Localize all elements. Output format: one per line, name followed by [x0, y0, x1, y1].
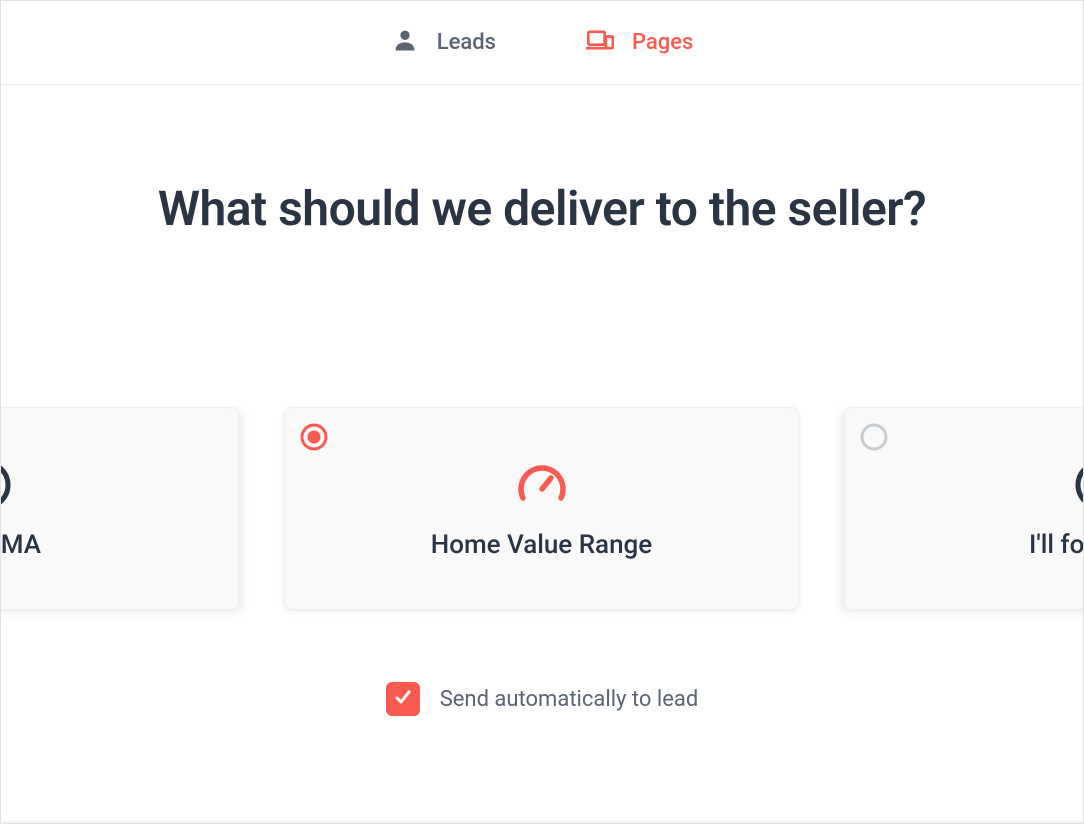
delivery-option-carousel: CMA Home Value Range — [1, 407, 1083, 610]
auto-send-checkbox[interactable] — [386, 682, 420, 716]
delivery-option-card-home-value-range[interactable]: Home Value Range — [284, 407, 799, 610]
delivery-option-card-followup[interactable]: I'll fo — [844, 407, 1083, 610]
nav-tab-pages[interactable]: Pages — [586, 26, 693, 60]
auto-send-row: Send automatically to lead — [1, 682, 1083, 716]
content: What should we deliver to the seller? CM… — [1, 85, 1083, 821]
nav-tab-label: Leads — [437, 30, 496, 55]
delivery-option-card-cma[interactable]: CMA — [1, 407, 239, 610]
card-label: I'll fo — [1029, 530, 1083, 560]
top-nav: Leads Pages — [1, 1, 1083, 85]
check-icon — [393, 687, 413, 711]
clock-icon — [1073, 458, 1083, 512]
person-icon — [391, 26, 419, 60]
nav-tab-label: Pages — [632, 30, 693, 55]
gauge-icon — [515, 458, 569, 512]
card-label: CMA — [1, 530, 41, 560]
radio-unselected-icon — [859, 422, 889, 452]
report-icon — [1, 458, 13, 512]
radio-selected-icon — [299, 422, 329, 452]
page-title: What should we deliver to the seller? — [1, 85, 1083, 237]
card-label: Home Value Range — [431, 530, 652, 560]
nav-tab-leads[interactable]: Leads — [391, 26, 496, 60]
devices-icon — [586, 26, 614, 60]
auto-send-label: Send automatically to lead — [440, 687, 699, 712]
